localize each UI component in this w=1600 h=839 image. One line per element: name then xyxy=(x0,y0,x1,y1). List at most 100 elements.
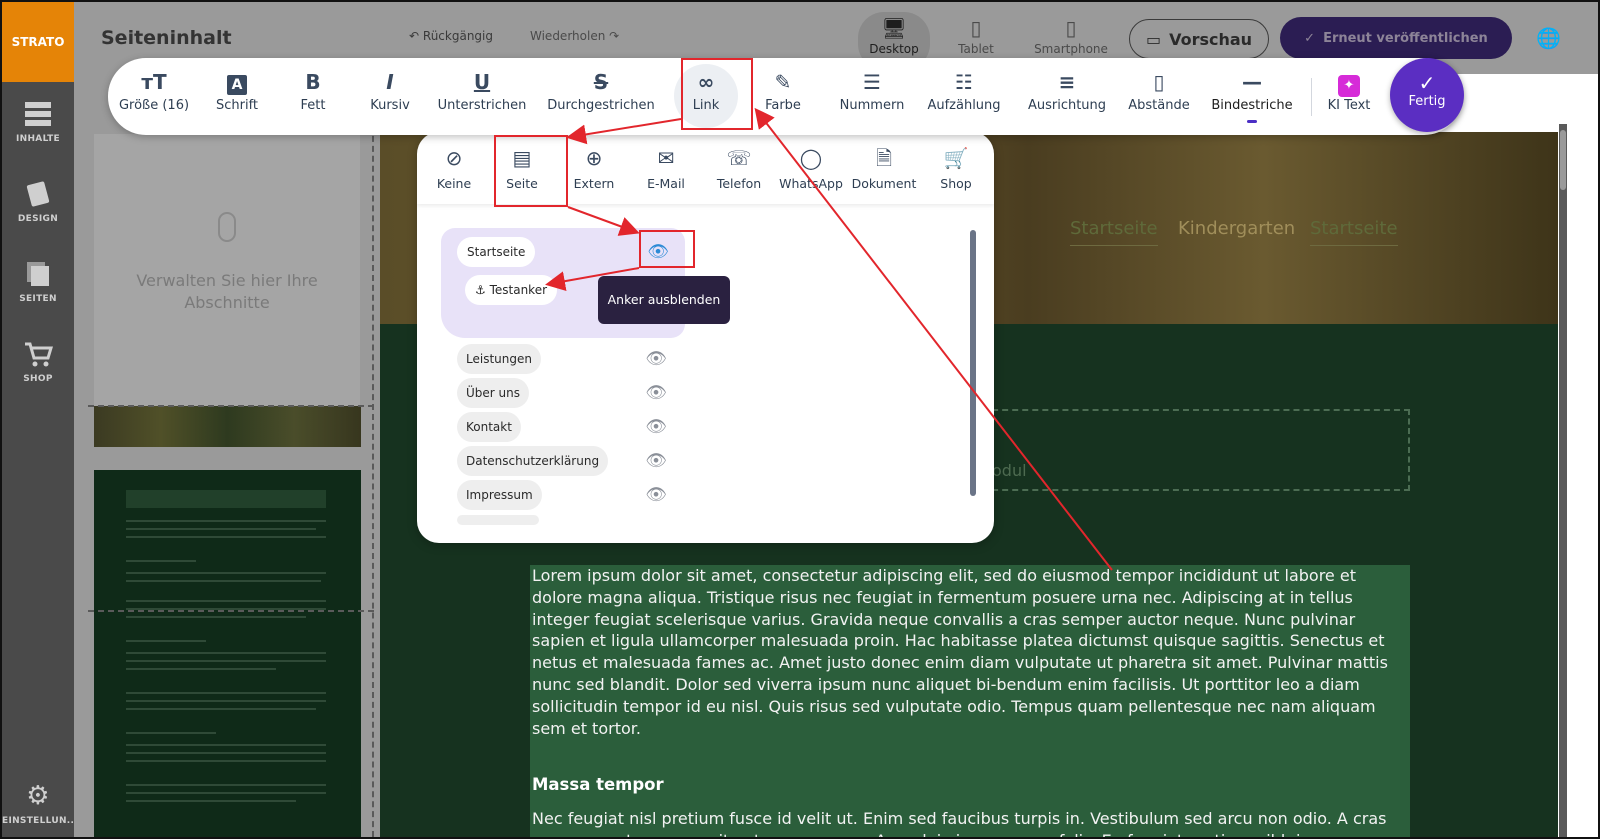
sidebar-item-label: DESIGN xyxy=(17,214,59,224)
cart-icon xyxy=(25,342,53,367)
sidebar-item-inhalte[interactable]: INHALTE xyxy=(2,100,74,144)
anchor-toggle-eye-icon[interactable]: 👁 xyxy=(643,485,669,505)
toolbar-label: Größe (16) xyxy=(118,98,190,113)
underline-icon: U xyxy=(473,70,491,94)
thumbnail-line xyxy=(126,800,296,802)
language-globe-icon[interactable]: 🌐 xyxy=(1536,26,1561,50)
sidebar-item-seiten[interactable]: SEITEN xyxy=(2,260,74,304)
thumbnail-line xyxy=(126,580,321,582)
ai-text-button[interactable]: ✦ KI Text xyxy=(1318,58,1380,135)
strikethrough-button[interactable]: S Durchgestrichen xyxy=(544,58,658,135)
undo-button[interactable]: ↶ Rückgängig xyxy=(409,29,493,43)
numbered-list-icon: ☰ xyxy=(863,70,881,94)
anchor-toggle-eye-icon[interactable]: 👁 xyxy=(643,383,669,403)
smartphone-icon: ▯ xyxy=(1065,16,1077,40)
paragraph[interactable]: Nec feugiat nisl pretium fusce id velit … xyxy=(530,808,1410,837)
site-nav-kindergarten[interactable]: Kindergarten xyxy=(1178,218,1295,239)
link-type-shop[interactable]: 🛒 Shop xyxy=(919,132,993,204)
page-item-partial[interactable] xyxy=(457,515,539,525)
module-placeholder-label: odul xyxy=(992,461,1027,480)
strato-logo: STRATO xyxy=(2,2,74,82)
link-type-email[interactable]: ✉ E-Mail xyxy=(629,132,703,204)
color-button[interactable]: ✎ Farbe xyxy=(748,58,818,135)
page-item-datenschutz[interactable]: Datenschutzerklärung xyxy=(457,446,609,476)
site-nav-startseite-2[interactable]: Startseite xyxy=(1310,218,1398,246)
redo-button[interactable]: Wiederholen ↷ xyxy=(530,29,619,43)
anchor-item-testanker[interactable]: ⚓ Testanker xyxy=(465,275,558,305)
toolbar-label: Kursiv xyxy=(370,98,410,113)
left-sidebar: STRATO INHALTE DESIGN SEITEN SHOP ⚙ EINS… xyxy=(2,2,78,837)
sidebar-item-einstellungen[interactable]: ⚙ EINSTELLUN... xyxy=(2,782,78,826)
page-item-leistungen[interactable]: Leistungen xyxy=(457,344,541,374)
bullet-list-button[interactable]: ☷ Aufzählung xyxy=(922,58,1006,135)
popup-scrollbar[interactable] xyxy=(970,230,976,496)
font-button[interactable]: A Schrift xyxy=(200,58,274,135)
link-type-phone[interactable]: ☏ Telefon xyxy=(702,132,776,204)
undo-label: Rückgängig xyxy=(422,29,493,43)
page-item-kontakt[interactable]: Kontakt xyxy=(457,412,521,442)
link-type-none[interactable]: ⊘ Keine xyxy=(417,132,491,204)
link-type-external[interactable]: ⊕ Extern xyxy=(557,132,631,204)
link-type-label: E-Mail xyxy=(647,176,685,191)
toolbar-label: Nummern xyxy=(839,98,905,113)
scrollbar-thumb[interactable] xyxy=(1560,130,1566,190)
toolbar-label: Abstände xyxy=(1128,98,1190,113)
spacing-button[interactable]: ▯ Abstände xyxy=(1120,58,1198,135)
done-button[interactable]: ✓ Fertig xyxy=(1390,58,1464,132)
paragraph[interactable]: Lorem ipsum dolor sit amet, consectetur … xyxy=(530,565,1410,739)
section-thumbnail-hero[interactable] xyxy=(94,406,361,447)
sidebar-item-shop[interactable]: SHOP xyxy=(2,340,74,384)
strikethrough-icon: S xyxy=(593,70,609,94)
anchor-toggle-eye-icon[interactable]: 👁 xyxy=(643,417,669,437)
preview-label: Vorschau xyxy=(1169,29,1253,49)
active-indicator xyxy=(1247,120,1257,123)
document-icon: 🗎 xyxy=(875,146,893,170)
redo-label: Wiederholen xyxy=(530,29,606,43)
numbered-list-button[interactable]: ☰ Nummern xyxy=(830,58,914,135)
publish-button[interactable]: ✓ Erneut veröffentlichen xyxy=(1280,17,1512,59)
underline-button[interactable]: U Unterstrichen xyxy=(430,58,534,135)
thumbnail-line xyxy=(126,792,326,794)
sidebar-item-design[interactable]: DESIGN xyxy=(2,180,74,224)
selected-text-block[interactable]: Lorem ipsum dolor sit amet, consectetur … xyxy=(530,565,1410,837)
pages-icon xyxy=(27,262,49,286)
section-divider xyxy=(88,610,374,612)
toolbar-label: Fett xyxy=(300,98,326,113)
sidebar-item-label: SEITEN xyxy=(19,294,57,304)
anchor-tooltip: Anker ausblenden xyxy=(598,276,730,324)
link-type-document[interactable]: 🗎 Dokument xyxy=(847,132,921,204)
phone-icon: ☏ xyxy=(726,146,752,170)
thumbnail-line xyxy=(126,572,326,574)
font-size-button[interactable]: ᴛT Größe (16) xyxy=(116,58,192,135)
page-item-impressum[interactable]: Impressum xyxy=(457,480,542,510)
align-button[interactable]: ≡ Ausrichtung xyxy=(1020,58,1114,135)
toolbar-label: Durchgestrichen xyxy=(547,98,655,113)
bold-button[interactable]: B Fett xyxy=(276,58,350,135)
done-label: Fertig xyxy=(1408,94,1446,109)
italic-button[interactable]: I Kursiv xyxy=(353,58,427,135)
thumbnail-line xyxy=(126,640,206,642)
link-type-label: Dokument xyxy=(851,176,917,191)
thumbnail-line xyxy=(126,536,326,538)
page-item-startseite[interactable]: Startseite xyxy=(457,237,536,267)
undo-icon: ↶ xyxy=(409,29,420,43)
canvas-scrollbar[interactable] xyxy=(1559,124,1567,837)
hyphen-icon: — xyxy=(1242,70,1262,94)
link-type-label: Telefon xyxy=(716,176,762,191)
anchor-toggle-eye-icon[interactable]: 👁 xyxy=(643,349,669,369)
preview-button[interactable]: ▭ Vorschau xyxy=(1129,19,1269,59)
thumbnail-line xyxy=(126,708,316,710)
thumbnail-line xyxy=(126,600,326,602)
link-type-whatsapp[interactable]: ◯ WhatsApp xyxy=(774,132,848,204)
page-title: Seiteninhalt xyxy=(101,27,232,49)
page-item-ueber-uns[interactable]: Über uns xyxy=(457,378,529,408)
hyphenation-button[interactable]: — Bindestriche xyxy=(1206,58,1298,135)
thumbnail-line xyxy=(126,760,326,762)
preview-icon: ▭ xyxy=(1145,29,1162,49)
thumbnail-line xyxy=(126,700,326,702)
content-icon xyxy=(25,102,51,126)
section-thumbnail-text[interactable] xyxy=(94,470,361,837)
anchor-toggle-eye-icon[interactable]: 👁 xyxy=(643,451,669,471)
section-heading[interactable]: Massa tempor xyxy=(530,775,1410,794)
site-nav-startseite[interactable]: Startseite xyxy=(1070,218,1158,246)
